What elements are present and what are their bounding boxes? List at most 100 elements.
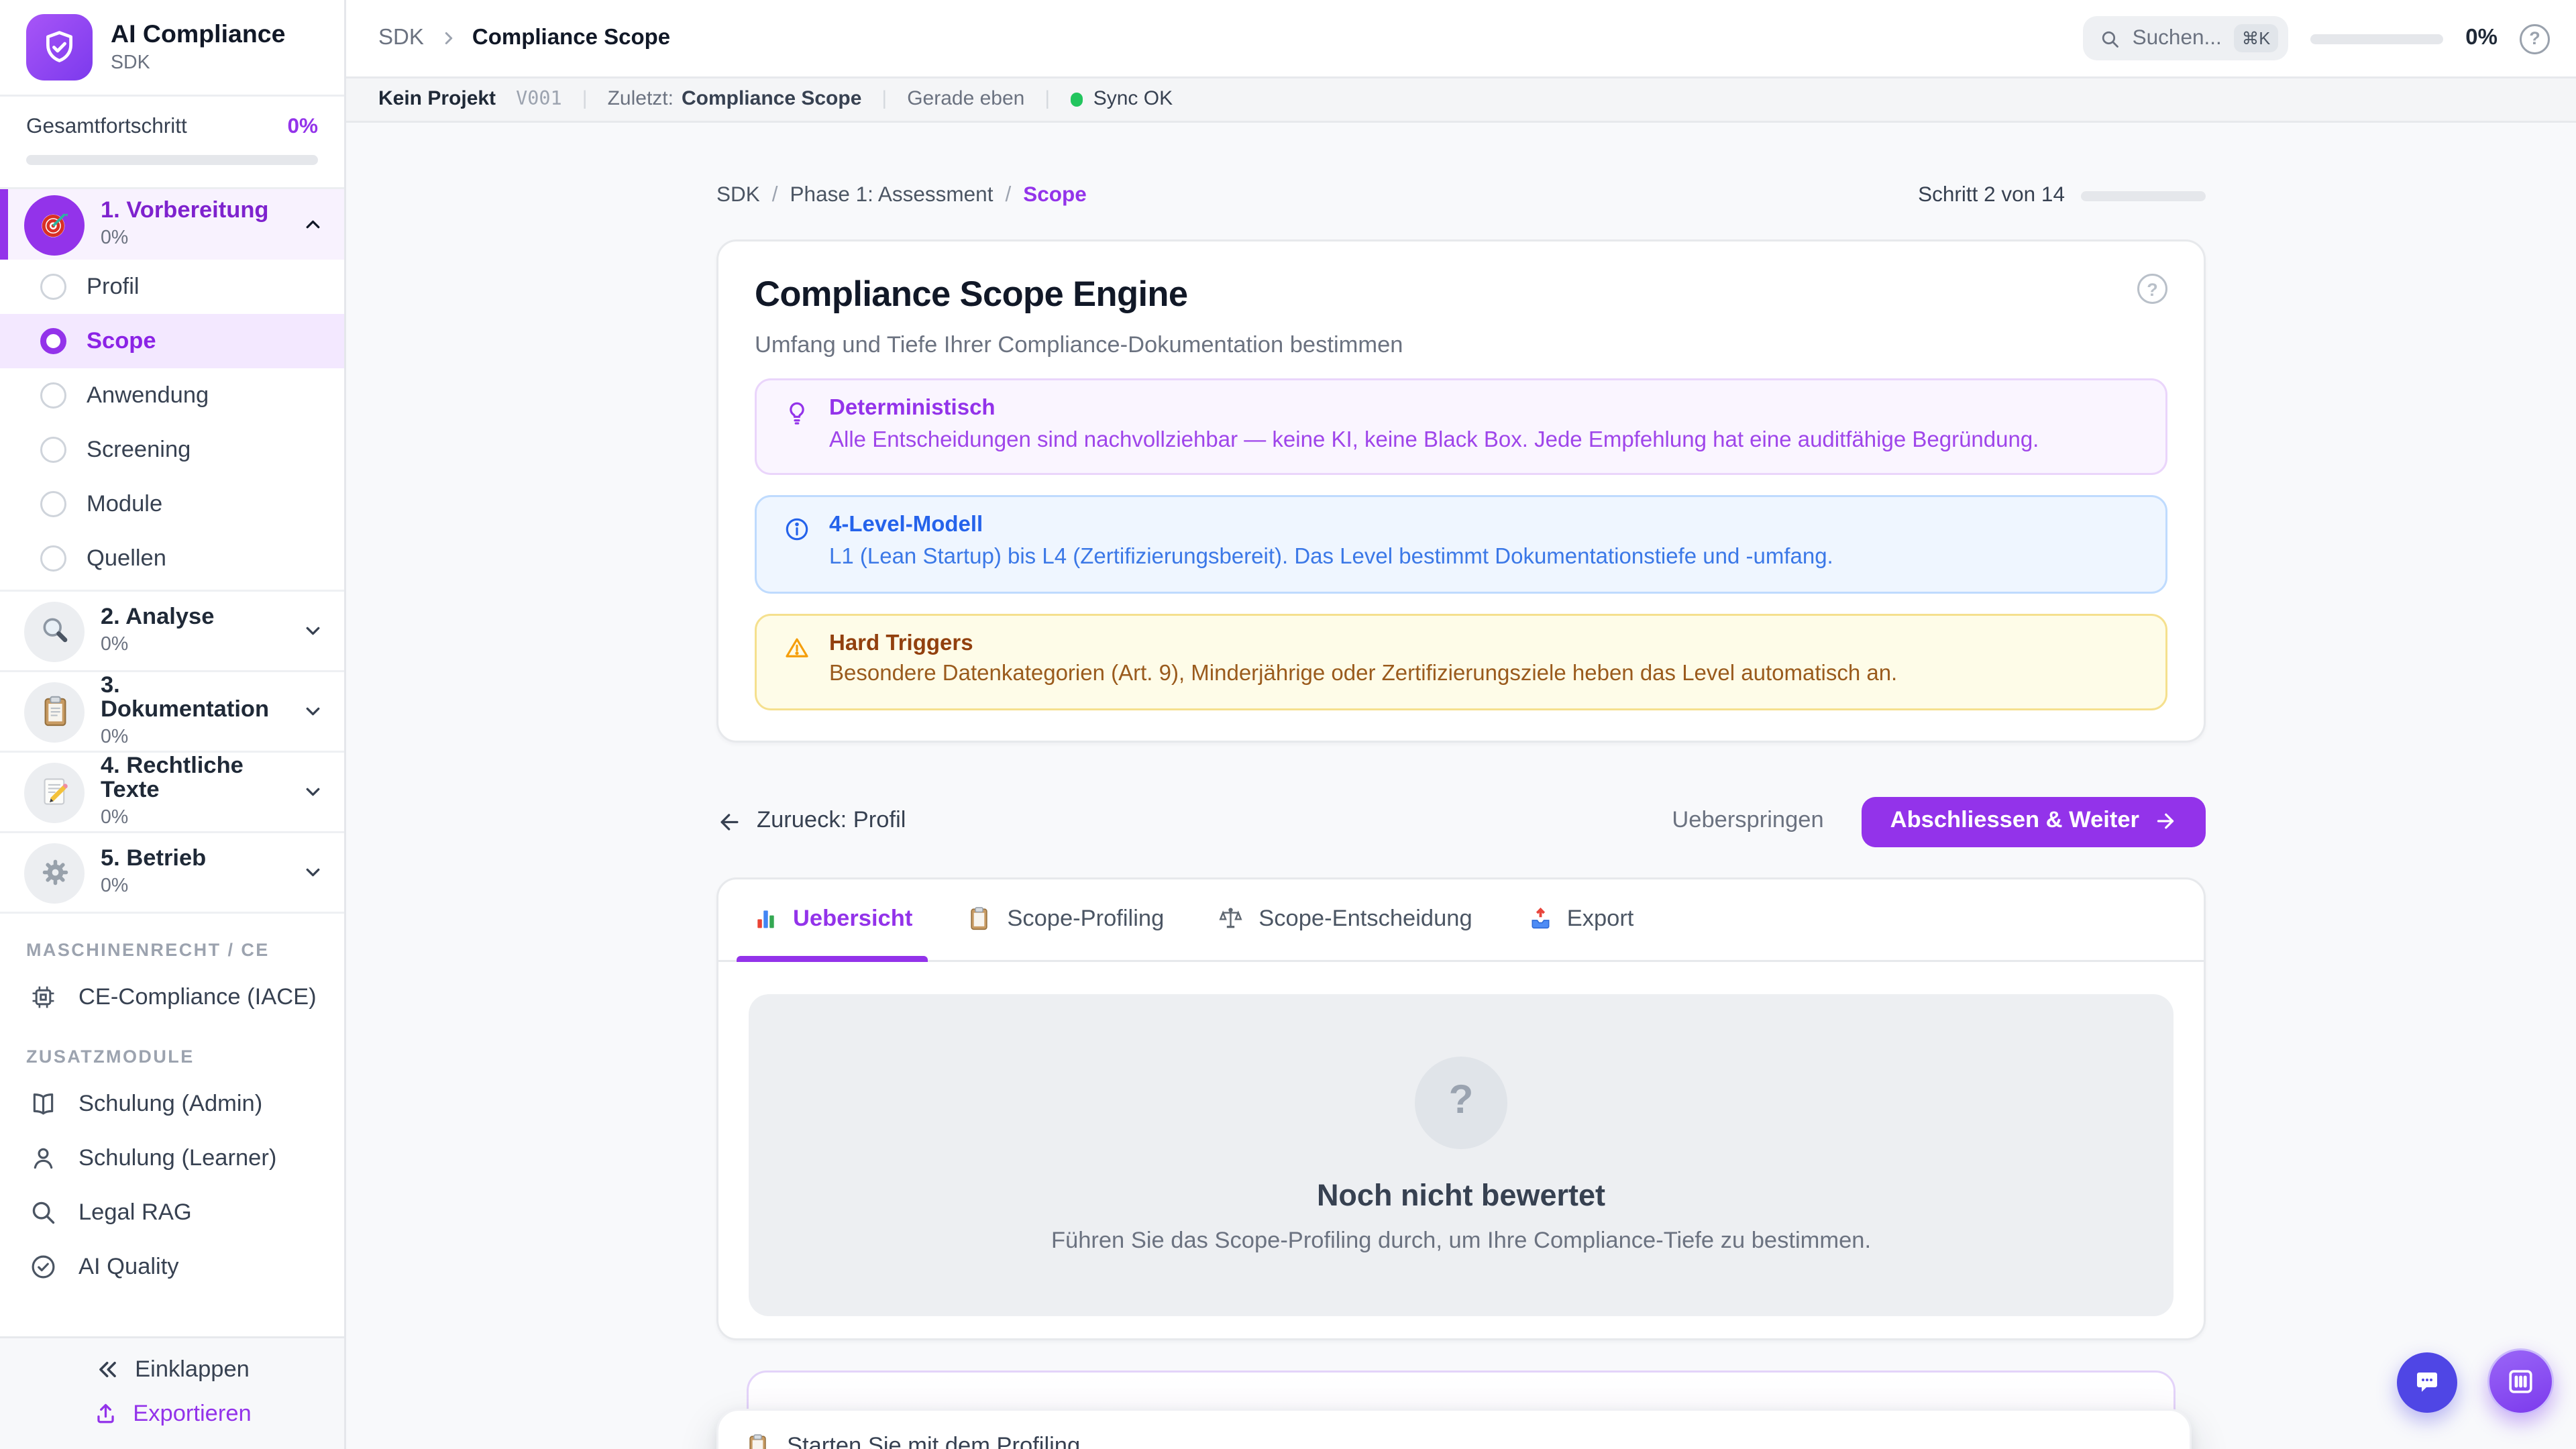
overall-progress: Gesamtfortschritt 0%: [0, 97, 344, 189]
sidebar-section-dokumentation[interactable]: 3. Dokumentation 0%: [0, 676, 344, 747]
app-root: AI Compliance SDK Gesamtfortschritt 0% 1…: [0, 0, 2576, 1449]
overall-progress-label: Gesamtfortschritt: [26, 115, 187, 139]
sidebar-item-label: Schulung (Admin): [78, 1092, 262, 1116]
version-badge: V001: [516, 89, 562, 111]
engine-card: Compliance Scope Engine ? Umfang und Tie…: [716, 239, 2206, 742]
divider: [0, 590, 344, 592]
breadcrumb-phase[interactable]: Phase 1: Assessment: [790, 183, 994, 207]
sidebar-section-analyse[interactable]: 2. Analyse 0%: [0, 596, 344, 666]
info-box-title: Deterministisch: [829, 396, 2039, 421]
search-icon: [28, 1197, 58, 1228]
sidebar-item-label: Legal RAG: [78, 1201, 192, 1225]
group-label-zusatzmodule: ZUSATZMODULE: [0, 1024, 344, 1077]
target-icon: [24, 195, 85, 255]
sidebar-item-ai-quality[interactable]: AI Quality: [0, 1240, 344, 1294]
tab-scope-entscheidung[interactable]: Scope-Entscheidung: [1218, 879, 1472, 959]
radio-selected-icon: [40, 328, 66, 354]
breadcrumb-sdk[interactable]: SDK: [716, 183, 760, 207]
chevron-down-icon[interactable]: [302, 861, 324, 883]
info-box-hard-triggers: Hard Triggers Besondere Datenkategorien …: [755, 613, 2167, 710]
search-input[interactable]: Suchen... ⌘K: [2082, 16, 2289, 60]
chevron-down-icon[interactable]: [302, 620, 324, 642]
sidebar-nav: 1. Vorbereitung 0% Profil Scope Anwendun…: [0, 189, 344, 1336]
wizard-nav-row: Zurueck: Profil Ueberspringen Abschliess…: [716, 796, 2206, 847]
project-name: Kein Projekt: [378, 89, 496, 111]
chevron-down-icon[interactable]: [302, 700, 324, 722]
clipboard-icon: [967, 906, 993, 932]
app-title: AI Compliance: [111, 21, 285, 50]
divider: [0, 751, 344, 753]
sidebar-item-label: Screening: [87, 438, 191, 462]
divider: [0, 831, 344, 833]
arrow-right-icon: [2153, 810, 2178, 834]
sidebar-item-label: AI Quality: [78, 1255, 179, 1279]
sidebar-item-module[interactable]: Module: [0, 477, 344, 531]
section-title: 5. Betrieb: [101, 847, 286, 873]
sidebar-section-betrieb[interactable]: 5. Betrieb 0%: [0, 837, 344, 908]
step-indicator: Schritt 2 von 14: [1918, 183, 2206, 207]
sidebar-section-vorbereitung[interactable]: 1. Vorbereitung 0%: [0, 189, 344, 260]
bar-chart-icon: [753, 906, 779, 932]
sync-status: Sync OK: [1070, 89, 1173, 111]
sidebar-item-scope[interactable]: Scope: [0, 314, 344, 368]
back-button[interactable]: Zurueck: Profil: [716, 808, 906, 835]
divider: [0, 670, 344, 672]
page-subtitle: Umfang und Tiefe Ihrer Compliance-Dokume…: [755, 334, 2167, 358]
main-area: SDK Compliance Scope Suchen... ⌘K 0% ? K…: [346, 0, 2576, 1449]
collapse-sidebar-button[interactable]: Einklappen: [95, 1356, 250, 1383]
upload-icon: [93, 1401, 119, 1427]
sidebar-item-anwendung[interactable]: Anwendung: [0, 368, 344, 423]
help-icon[interactable]: ?: [2137, 274, 2167, 304]
search-icon: [2098, 28, 2121, 50]
export-button[interactable]: Exportieren: [93, 1401, 251, 1427]
radio-icon: [40, 274, 66, 300]
top-header: SDK Compliance Scope Suchen... ⌘K 0% ?: [346, 0, 2576, 78]
tab-uebersicht[interactable]: Uebersicht: [753, 879, 912, 959]
arrow-left-icon: [716, 808, 743, 835]
page-title: Compliance Scope Engine: [755, 274, 1188, 316]
info-box-body: Alle Entscheidungen sind nachvollziehbar…: [829, 428, 2039, 455]
sidebar-item-screening[interactable]: Screening: [0, 423, 344, 477]
clipboard-icon: [745, 1433, 771, 1449]
info-box-title: Hard Triggers: [829, 631, 1897, 655]
outbox-icon: [1527, 906, 1553, 932]
magnifier-icon: [24, 601, 85, 661]
last-saved-time: Gerade eben: [907, 89, 1024, 111]
empty-state-description: Führen Sie das Scope-Profiling durch, um…: [1051, 1229, 1871, 1253]
chevron-down-icon[interactable]: [302, 781, 324, 803]
info-icon: [783, 516, 811, 544]
sidebar-section-rechtliche-texte[interactable]: 4. Rechtliche Texte 0%: [0, 757, 344, 827]
app-logo: AI Compliance SDK: [0, 0, 344, 97]
question-mark-icon: ?: [1415, 1056, 1507, 1148]
section-progress: 0%: [101, 227, 286, 250]
kanban-panel-button[interactable]: [2487, 1348, 2554, 1415]
skip-button[interactable]: Ueberspringen: [1672, 810, 1823, 834]
section-progress: 0%: [101, 634, 286, 656]
sidebar-item-label: Profil: [87, 275, 140, 299]
sidebar-item-schulung-learner[interactable]: Schulung (Learner): [0, 1131, 344, 1185]
sidebar-item-schulung-admin[interactable]: Schulung (Admin): [0, 1077, 344, 1131]
cpu-icon: [28, 982, 58, 1012]
sidebar-item-profil[interactable]: Profil: [0, 260, 344, 314]
last-saved-value: Compliance Scope: [682, 89, 861, 111]
info-box-title: 4-Level-Modell: [829, 514, 1833, 538]
chat-button[interactable]: [2397, 1352, 2457, 1413]
gear-icon: [24, 843, 85, 903]
sidebar-item-ce-compliance[interactable]: CE-Compliance (IACE): [0, 970, 344, 1024]
help-icon[interactable]: ?: [2520, 23, 2550, 54]
breadcrumb-current: Compliance Scope: [472, 26, 670, 50]
complete-next-button[interactable]: Abschliessen & Weiter: [1862, 796, 2206, 847]
tab-scope-profiling[interactable]: Scope-Profiling: [967, 879, 1164, 959]
page-content: SDK / Phase 1: Assessment / Scope Schrit…: [346, 123, 2576, 1449]
tab-export[interactable]: Export: [1527, 879, 1634, 959]
memo-icon: [24, 762, 85, 822]
breadcrumb-root[interactable]: SDK: [378, 26, 424, 50]
page-breadcrumb: SDK / Phase 1: Assessment / Scope Schrit…: [716, 183, 2206, 207]
chevron-up-icon[interactable]: [302, 213, 324, 235]
section-title: 1. Vorbereitung: [101, 199, 286, 225]
radio-icon: [40, 382, 66, 409]
section-title: 2. Analyse: [101, 606, 286, 631]
sidebar-item-quellen[interactable]: Quellen: [0, 531, 344, 586]
sidebar-item-legal-rag[interactable]: Legal RAG: [0, 1185, 344, 1240]
sidebar-item-label: Anwendung: [87, 384, 209, 408]
